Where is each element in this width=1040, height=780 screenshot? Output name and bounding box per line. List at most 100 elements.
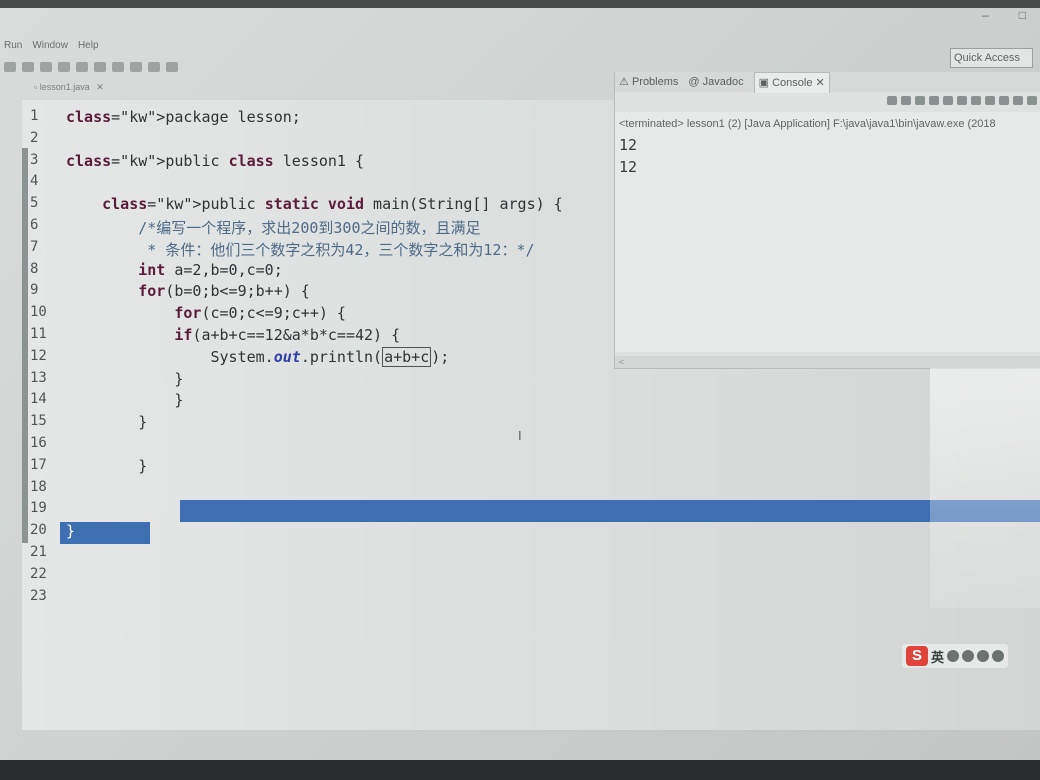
console-output-line: 12 — [619, 136, 638, 154]
line-number: 21 — [30, 544, 47, 560]
menu-window[interactable]: Window — [32, 38, 68, 54]
line-number: 20 — [30, 522, 47, 539]
next-annotation-icon[interactable] — [112, 62, 124, 72]
line-number: 19 — [30, 500, 47, 517]
external-tools-icon[interactable] — [40, 62, 52, 72]
remove-launch-icon[interactable] — [901, 96, 911, 105]
search-icon[interactable] — [94, 62, 106, 72]
line-number: 4 — [30, 173, 39, 190]
code-line: 19 — [22, 500, 1040, 522]
java-file-icon: ▫ — [34, 82, 38, 92]
screen-glare — [930, 368, 1040, 608]
emoji-icon[interactable] — [962, 650, 975, 662]
code-line: 16 — [22, 435, 1040, 457]
line-number: 1 — [30, 108, 39, 124]
pin-console-icon[interactable] — [999, 96, 1009, 105]
code-line: 15 } — [22, 413, 1040, 435]
change-ruler — [22, 148, 28, 543]
screen: – □ Run Window Help Quick Access ▫ lesso… — [0, 8, 1040, 760]
microphone-icon[interactable] — [977, 650, 990, 662]
new-class-icon[interactable] — [76, 62, 88, 72]
line-number: 10 — [30, 304, 47, 321]
taskbar — [0, 760, 1040, 780]
menu-run[interactable]: Run — [4, 38, 22, 54]
tab-console-label: Console — [772, 76, 813, 89]
problems-icon: ⚠ — [619, 76, 629, 88]
console-toolbar — [887, 96, 1037, 105]
code-text: for(b=0;b<=9;b++) { — [138, 282, 310, 301]
code-text: class="kw">public class lesson1 { — [66, 151, 365, 170]
clear-console-icon[interactable] — [929, 96, 939, 105]
tab-console[interactable]: ▣ Console ✕ — [753, 71, 830, 93]
code-text: } — [66, 456, 148, 475]
code-line: 18 — [22, 479, 1040, 501]
sogou-logo-icon[interactable]: S — [906, 646, 928, 666]
code-text: * 条件：他们三个数字之积为42，三个数字之和为12：*/ — [66, 240, 535, 259]
quick-access-field[interactable]: Quick Access — [950, 48, 1033, 68]
keyboard-icon[interactable] — [992, 650, 1005, 662]
prev-annotation-icon[interactable] — [130, 62, 142, 72]
view-tab-bar: ⚠ Problems @ Javadoc ▣ Console ✕ — [615, 71, 1040, 93]
tab-javadoc[interactable]: @ Javadoc — [688, 72, 743, 92]
code-line: 21 — [22, 544, 1040, 566]
text-cursor-icon: I — [518, 428, 522, 443]
console-view: ⚠ Problems @ Javadoc ▣ Console ✕ <termin… — [614, 71, 1040, 369]
console-icon: ▣ — [758, 76, 770, 89]
terminate-icon[interactable] — [887, 96, 897, 105]
code-text: } — [66, 522, 76, 541]
console-output-line: 12 — [619, 158, 638, 176]
line-number: 5 — [30, 195, 39, 212]
line-number: 11 — [30, 326, 47, 342]
line-number: 6 — [30, 217, 39, 233]
line-number: 7 — [30, 238, 39, 255]
maximize-button[interactable]: □ — [1019, 8, 1026, 22]
debug-icon[interactable] — [4, 62, 16, 72]
code-text: class="kw">package lesson; — [66, 108, 301, 126]
code-text: } — [66, 369, 184, 388]
code-line: 14 } — [22, 391, 1040, 413]
line-number: 8 — [30, 260, 39, 277]
view-menu-icon[interactable] — [1027, 96, 1037, 105]
line-number: 9 — [30, 282, 39, 299]
code-text: int a=2,b=0,c=0; — [138, 260, 283, 279]
ime-toolbar: S 英 — [902, 644, 1009, 668]
tab-javadoc-label: Javadoc — [702, 76, 744, 88]
code-text: /*编写一个程序，求出200到300之间的数，且满足 — [66, 219, 481, 237]
word-wrap-icon[interactable] — [957, 96, 967, 105]
minimize-button[interactable]: – — [982, 8, 989, 22]
editor-tab-label: lesson1.java — [39, 82, 90, 92]
display-console-icon[interactable] — [1013, 96, 1023, 105]
scroll-lock-icon[interactable] — [943, 96, 953, 105]
line-number: 16 — [30, 435, 47, 451]
close-icon[interactable]: ✕ — [816, 77, 825, 89]
remove-all-icon[interactable] — [915, 96, 925, 105]
code-line: 23 — [22, 588, 1040, 610]
line-number: 3 — [30, 151, 39, 168]
show-on-output-icon[interactable] — [971, 96, 981, 105]
new-package-icon[interactable] — [58, 62, 70, 72]
run-icon[interactable] — [22, 62, 34, 72]
editor-tab[interactable]: ▫ lesson1.java ✕ — [34, 82, 104, 93]
tab-problems-label: Problems — [631, 76, 679, 88]
line-number: 13 — [30, 369, 47, 386]
line-number: 18 — [30, 478, 47, 495]
code-line: 13 } — [22, 370, 1040, 392]
menu-help[interactable]: Help — [78, 38, 99, 54]
close-icon[interactable]: ✕ — [96, 82, 104, 92]
console-output-area[interactable]: <terminated> lesson1 (2) [Java Applicati… — [615, 112, 1040, 352]
code-text: } — [66, 413, 148, 432]
ime-language-mode[interactable]: 英 — [931, 647, 944, 666]
menu-bar: Run Window Help — [0, 38, 1040, 54]
forward-icon[interactable] — [166, 62, 178, 72]
tab-problems[interactable]: ⚠ Problems — [619, 72, 678, 92]
code-line: 22 — [22, 566, 1040, 588]
code-line: 17 } — [22, 457, 1040, 479]
back-icon[interactable] — [148, 62, 160, 72]
terminated-status: <terminated> lesson1 (2) [Java Applicati… — [619, 118, 996, 130]
main-toolbar — [0, 58, 178, 76]
horizontal-scrollbar[interactable]: < — [615, 356, 1040, 368]
line-number: 14 — [30, 391, 47, 408]
punctuation-icon[interactable] — [947, 650, 960, 662]
line-number: 17 — [30, 456, 47, 473]
show-on-error-icon[interactable] — [985, 96, 995, 105]
